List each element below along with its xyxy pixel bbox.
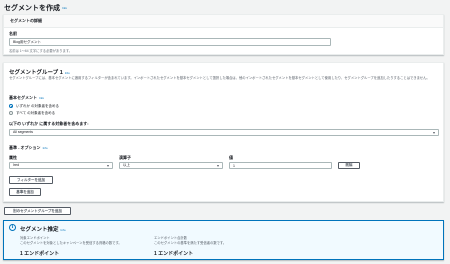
info-icon: i	[9, 224, 16, 231]
eligible-endpoints-value: 1 エンドポイント	[20, 251, 60, 257]
radio-include-any-label: いずれか の対象者を含める	[16, 104, 59, 108]
page-info-link[interactable]: Info	[62, 6, 67, 10]
add-filter-button[interactable]: フィルターを追加	[9, 176, 53, 184]
add-segment-group-button[interactable]: 別のセグメントグループを追加	[4, 207, 71, 215]
segment-estimate-panel: i セグメント推定 Info 対象エンドポイント このセグメントを対象としたキャン…	[3, 220, 444, 260]
total-endpoints-value: 1 エンドポイント	[154, 251, 194, 257]
segment-group-title: セグメントグループ 1 Info	[9, 68, 70, 76]
segment-group-info-link[interactable]: Info	[65, 71, 70, 75]
value-input[interactable]: 1	[229, 162, 332, 169]
value-column-label: 値	[229, 155, 233, 160]
base-segment-info-link[interactable]: Info	[39, 96, 44, 100]
segment-details-header: セグメントの詳細	[4, 15, 443, 28]
segment-select-value: All segments	[13, 130, 34, 134]
segment-group-description: セグメントグループには、基本セグメントに適用するフィルターが含まれています。イン…	[9, 76, 430, 80]
criteria-label-text: 基準 - オプション	[9, 145, 41, 150]
segment-group-panel: セグメントグループ 1 Info セグメントグループには、基本セグメントに適用する…	[3, 62, 444, 202]
segment-select-label: 以下の いずれか に属する対象者を含めます:	[9, 121, 89, 126]
segment-details-panel: セグメントの詳細 名前 Blog用セグメント 名前は 1～64 文字にする必要が…	[3, 14, 444, 55]
add-criteria-button[interactable]: 基準を追加	[9, 188, 41, 196]
name-hint: 名前は 1～64 文字にする必要があります。	[9, 49, 73, 53]
segment-estimate-info-link[interactable]: Info	[61, 228, 66, 232]
segment-name-input[interactable]: Blog用セグメント	[9, 38, 331, 46]
radio-include-any[interactable]	[9, 104, 13, 108]
total-endpoints-description: このセグメントの基準を満たす受信者の数です。	[154, 241, 227, 245]
chevron-down-icon: ▾	[216, 163, 219, 168]
attribute-column-label: 属性	[9, 155, 17, 160]
criteria-info-link[interactable]: Info	[43, 146, 48, 150]
operator-select-value: 以上	[123, 163, 130, 167]
radio-include-all[interactable]	[9, 111, 13, 115]
segment-estimate-title: セグメント推定 Info	[20, 225, 66, 233]
name-label: 名前	[9, 31, 17, 36]
page-title: セグメントを作成 Info	[4, 3, 67, 13]
base-segment-label: 基本セグメント Info	[9, 95, 44, 101]
operator-column-label: 演算子	[119, 155, 131, 160]
base-segment-label-text: 基本セグメント	[9, 95, 37, 100]
attribute-select-value: Ired	[13, 163, 20, 167]
radio-include-all-label: すべて の対象者を含める	[16, 111, 56, 115]
eligible-endpoints-description: このセグメントを対象としたキャンペーンを受信する資格の数です。	[20, 241, 122, 245]
segment-select[interactable]: All segments ▾	[9, 129, 439, 136]
chevron-down-icon: ▾	[106, 163, 109, 168]
chevron-down-icon: ▾	[432, 130, 435, 135]
criteria-label: 基準 - オプション Info	[9, 145, 48, 151]
operator-select[interactable]: 以上 ▾	[119, 162, 223, 169]
page-title-text: セグメントを作成	[4, 5, 60, 12]
remove-button[interactable]: 削除	[338, 162, 360, 169]
segment-estimate-title-text: セグメント推定	[20, 227, 59, 233]
attribute-select[interactable]: Ired ▾	[9, 162, 113, 169]
